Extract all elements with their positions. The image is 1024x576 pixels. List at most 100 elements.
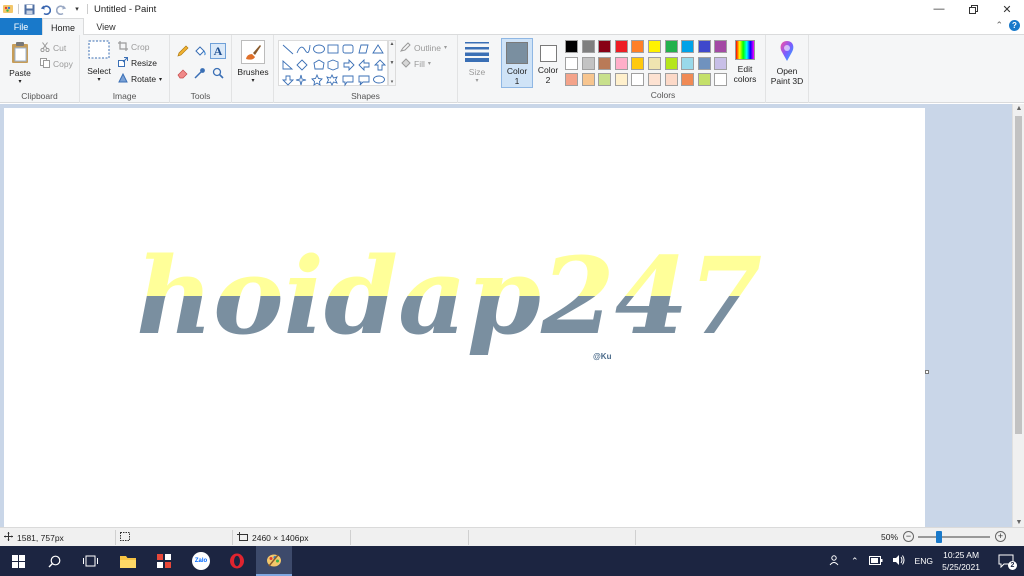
paint-taskbar-button[interactable]	[256, 546, 292, 576]
pencil-icon[interactable]	[177, 45, 189, 59]
restore-button[interactable]	[956, 0, 990, 18]
file-explorer-button[interactable]	[110, 546, 146, 576]
battery-icon[interactable]	[868, 555, 883, 567]
save-icon[interactable]	[23, 3, 35, 15]
copy-button[interactable]: Copy	[40, 58, 73, 70]
search-button[interactable]	[36, 546, 72, 576]
language-indicator[interactable]: ENG	[915, 556, 933, 566]
expand-gallery-icon[interactable]: ▾	[391, 79, 394, 85]
signature-text: @Ku	[593, 352, 612, 361]
colors-group-label: Colors	[650, 90, 676, 100]
minimize-button[interactable]: —	[922, 0, 956, 18]
palette-swatch[interactable]	[647, 56, 661, 70]
size-group: Size ▾	[458, 35, 496, 103]
chevron-down-icon[interactable]: ▼	[390, 60, 395, 66]
rotate-button[interactable]: Rotate ▾	[118, 72, 162, 85]
crop-label: Crop	[131, 42, 150, 52]
chevron-up-icon[interactable]: ▲	[390, 41, 395, 47]
cut-button[interactable]: Cut	[40, 42, 66, 54]
zoom-out-button[interactable]: −	[903, 531, 914, 542]
tab-home[interactable]: Home	[42, 18, 84, 36]
fill-bucket-icon[interactable]	[194, 45, 206, 59]
tab-view[interactable]: View	[86, 18, 126, 35]
undo-icon[interactable]	[39, 3, 51, 15]
palette-swatch[interactable]	[697, 73, 711, 87]
palette-swatch[interactable]	[598, 73, 612, 87]
magnifier-icon[interactable]	[212, 67, 224, 81]
palette-swatch[interactable]	[664, 40, 678, 53]
palette-swatch[interactable]	[631, 56, 645, 70]
palette-swatch[interactable]	[614, 40, 628, 53]
palette-swatch[interactable]	[664, 73, 678, 87]
color1-button[interactable]: Color 1	[501, 38, 533, 88]
palette-swatch[interactable]	[664, 56, 678, 70]
shapes-scroll[interactable]: ▲ ▼ ▾	[388, 40, 396, 86]
palette-swatch[interactable]	[681, 40, 695, 53]
shapes-gallery[interactable]	[278, 40, 388, 87]
palette-swatch[interactable]	[581, 40, 595, 53]
zalo-button[interactable]: Zalo	[183, 546, 219, 576]
palette-swatch[interactable]	[565, 73, 578, 87]
snip-app-button[interactable]	[146, 546, 182, 576]
palette-swatch[interactable]	[614, 73, 628, 87]
opera-button[interactable]	[219, 546, 255, 576]
palette-swatch[interactable]	[631, 40, 645, 53]
people-icon[interactable]	[829, 554, 841, 568]
palette-swatch[interactable]	[714, 73, 728, 87]
zoom-slider-track[interactable]	[918, 536, 990, 538]
brushes-button[interactable]: Brushes ▾	[235, 40, 271, 84]
scroll-up-icon[interactable]: ▲	[1013, 105, 1024, 112]
palette-swatch[interactable]	[598, 56, 612, 70]
palette-swatch[interactable]	[581, 73, 595, 87]
palette-swatch[interactable]	[697, 40, 711, 53]
color2-button[interactable]: Color 2	[535, 38, 561, 88]
qat-divider-2	[87, 4, 88, 14]
volume-icon[interactable]	[892, 555, 905, 567]
eraser-icon[interactable]	[177, 67, 189, 81]
status-separator-5	[635, 530, 636, 545]
scroll-down-icon[interactable]: ▼	[1013, 519, 1024, 526]
zoom-in-button[interactable]: +	[995, 531, 1006, 542]
crop-button[interactable]: Crop	[118, 41, 149, 53]
notification-center-button[interactable]: 2	[988, 546, 1024, 576]
palette-swatch[interactable]	[697, 56, 711, 70]
canvas-resize-handle[interactable]	[925, 370, 929, 374]
palette-swatch[interactable]	[631, 73, 645, 87]
text-tool-icon[interactable]: A	[210, 43, 226, 59]
palette-swatch[interactable]	[714, 40, 728, 53]
collapse-ribbon-icon[interactable]: ⌃	[995, 20, 1003, 31]
palette-swatch[interactable]	[647, 73, 661, 87]
palette-swatch[interactable]	[598, 40, 612, 53]
palette-swatch[interactable]	[647, 40, 661, 53]
show-hidden-icons-chevron-icon[interactable]: ⌃	[851, 556, 859, 567]
palette-swatch[interactable]	[581, 56, 595, 70]
scrollbar-thumb[interactable]	[1015, 116, 1022, 434]
palette-swatch[interactable]	[681, 73, 695, 87]
select-button[interactable]: Select ▾	[86, 40, 112, 83]
palette-swatch[interactable]	[565, 40, 578, 53]
resize-button[interactable]: Resize	[118, 57, 157, 69]
close-button[interactable]: ✕	[990, 0, 1024, 18]
system-clock[interactable]: 10:25 AM 5/25/2021	[942, 549, 980, 573]
task-view-button[interactable]	[72, 546, 108, 576]
palette-swatch[interactable]	[614, 56, 628, 70]
open-paint3d-button[interactable]: Open Paint 3D	[768, 40, 806, 86]
window-controls: — ✕	[922, 0, 1024, 18]
tab-file[interactable]: File	[0, 18, 42, 35]
size-button[interactable]: Size ▾	[463, 40, 491, 84]
outline-button[interactable]: Outline ▾	[399, 41, 447, 54]
help-icon[interactable]: ?	[1009, 20, 1020, 31]
customize-qat-icon[interactable]: ▾	[71, 3, 83, 15]
palette-swatch[interactable]	[714, 56, 728, 70]
fill-button[interactable]: Fill ▾	[400, 57, 431, 70]
palette-swatch[interactable]	[681, 56, 695, 70]
start-button[interactable]	[0, 546, 36, 576]
zoom-slider-thumb[interactable]	[936, 531, 942, 543]
vertical-scrollbar[interactable]: ▲ ▼	[1012, 104, 1024, 527]
redo-icon[interactable]	[55, 3, 67, 15]
edit-colors-button[interactable]: Edit colors	[730, 40, 760, 84]
color-picker-icon[interactable]	[194, 67, 206, 81]
paste-button[interactable]: Paste ▾	[6, 40, 34, 85]
drawing-canvas[interactable]: hoidap247 hoidap247 @Ku	[4, 108, 925, 527]
palette-swatch[interactable]	[565, 56, 578, 70]
